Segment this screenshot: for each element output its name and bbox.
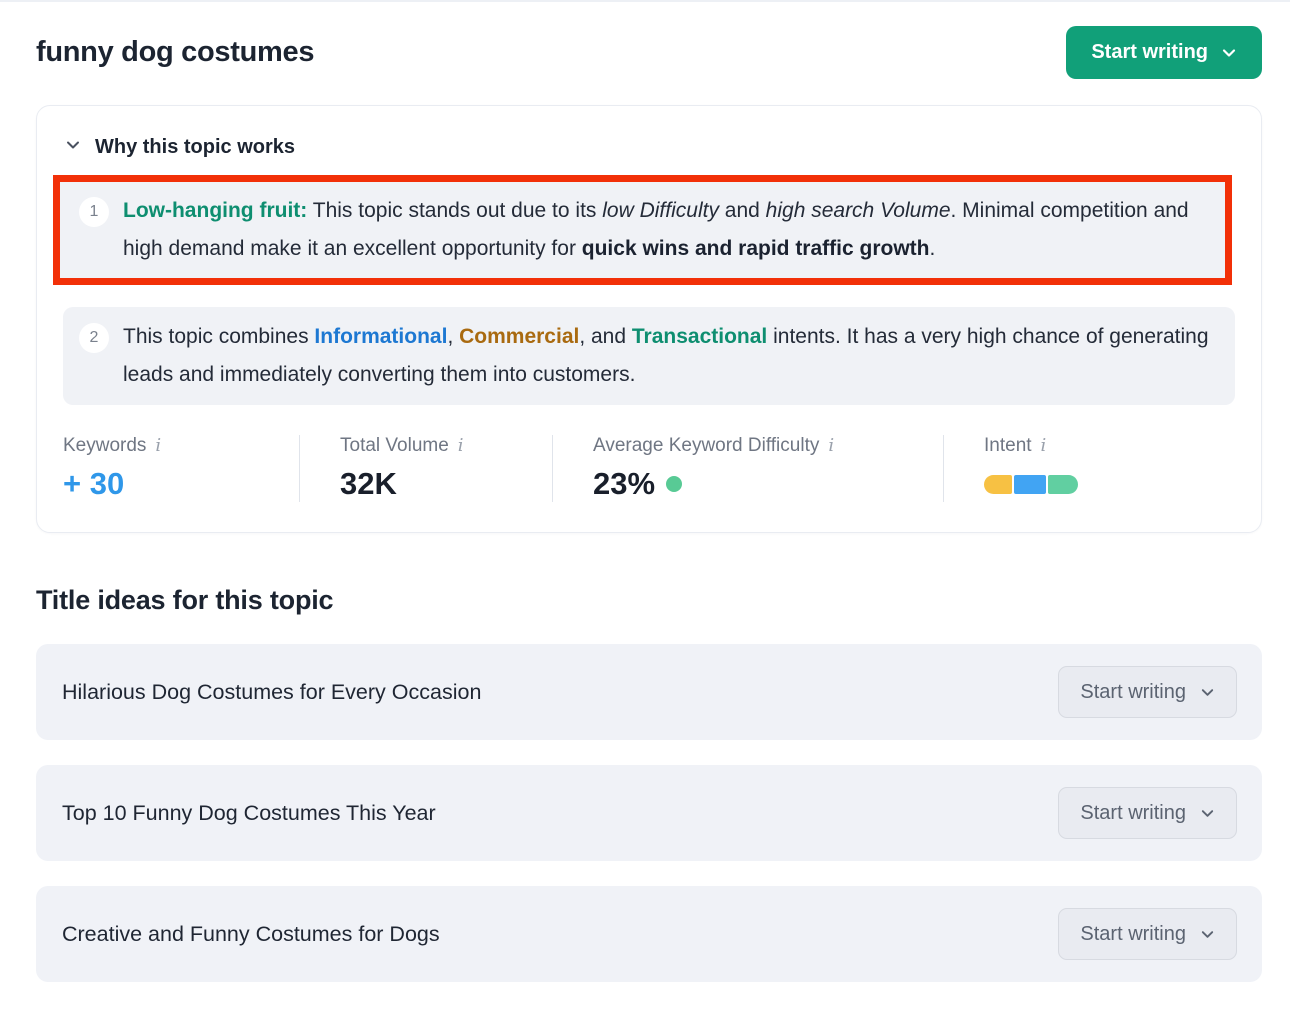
topic-point-1: 1 Low-hanging fruit: This topic stands o… (60, 182, 1225, 278)
title-idea-row: Top 10 Funny Dog Costumes This Year Star… (36, 765, 1262, 861)
why-topic-card-header[interactable]: Why this topic works (63, 128, 1235, 175)
info-icon[interactable]: i (1041, 437, 1047, 455)
intent-bar (984, 475, 1078, 494)
title-idea-row: Hilarious Dog Costumes for Every Occasio… (36, 644, 1262, 740)
info-icon[interactable]: i (155, 437, 161, 455)
info-icon[interactable]: i (458, 437, 464, 455)
title-idea-text: Hilarious Dog Costumes for Every Occasio… (62, 680, 481, 705)
difficulty-label: Average Keyword Difficulty (593, 435, 819, 457)
row-start-writing-label: Start writing (1080, 923, 1186, 946)
chevron-down-icon (1200, 806, 1215, 821)
start-writing-button[interactable]: Start writing (1066, 26, 1262, 79)
title-ideas-heading: Title ideas for this topic (36, 585, 1262, 616)
point-number-badge: 2 (79, 323, 109, 353)
page-header: funny dog costumes Start writing (36, 2, 1262, 79)
chevron-down-icon (1200, 685, 1215, 700)
title-idea-text: Top 10 Funny Dog Costumes This Year (62, 801, 436, 826)
chevron-down-icon (1200, 927, 1215, 942)
point-number-badge: 1 (79, 197, 109, 227)
stat-intent: Intent i (944, 435, 1235, 502)
stat-keyword-difficulty: Average Keyword Difficulty i 23% (553, 435, 944, 502)
start-writing-button-label: Start writing (1091, 41, 1208, 64)
page-title: funny dog costumes (36, 36, 314, 69)
intent-label: Intent (984, 435, 1032, 457)
commercial-intent-label: Commercial (459, 325, 579, 348)
highlight-annotation: 1 Low-hanging fruit: This topic stands o… (53, 175, 1232, 285)
row-start-writing-button[interactable]: Start writing (1058, 908, 1237, 960)
row-start-writing-label: Start writing (1080, 802, 1186, 825)
collapse-chevron-icon[interactable] (65, 137, 81, 158)
topic-page: funny dog costumes Start writing Why thi… (0, 2, 1290, 1027)
point-1-lead: Low-hanging fruit: (123, 199, 307, 222)
difficulty-value: 23% (593, 466, 655, 502)
topic-stats-row: Keywords i + 30 Total Volume i 32K Avera… (63, 435, 1235, 502)
informational-intent-label: Informational (314, 325, 447, 348)
row-start-writing-button[interactable]: Start writing (1058, 787, 1237, 839)
row-start-writing-button[interactable]: Start writing (1058, 666, 1237, 718)
intent-segment-informational (1014, 475, 1046, 494)
info-icon[interactable]: i (828, 437, 834, 455)
transactional-intent-label: Transactional (632, 325, 767, 348)
stat-total-volume: Total Volume i 32K (300, 435, 553, 502)
stat-keywords: Keywords i + 30 (63, 435, 300, 502)
row-start-writing-label: Start writing (1080, 681, 1186, 704)
difficulty-status-dot (666, 476, 682, 492)
total-volume-value: 32K (340, 466, 552, 502)
why-topic-card-title: Why this topic works (95, 136, 295, 159)
chevron-down-icon (1221, 45, 1237, 61)
title-idea-text: Creative and Funny Costumes for Dogs (62, 922, 440, 947)
intent-segment-commercial (984, 475, 1012, 494)
total-volume-label: Total Volume (340, 435, 449, 457)
point-2-text: This topic combines Informational, Comme… (123, 318, 1215, 394)
keywords-value: + 30 (63, 466, 299, 502)
topic-point-2: 2 This topic combines Informational, Com… (63, 307, 1235, 405)
keywords-label: Keywords (63, 435, 146, 457)
title-idea-row: Creative and Funny Costumes for Dogs Sta… (36, 886, 1262, 982)
intent-segment-transactional (1048, 475, 1078, 494)
why-topic-card: Why this topic works 1 Low-hanging fruit… (36, 105, 1262, 533)
point-1-text: Low-hanging fruit: This topic stands out… (123, 192, 1205, 268)
